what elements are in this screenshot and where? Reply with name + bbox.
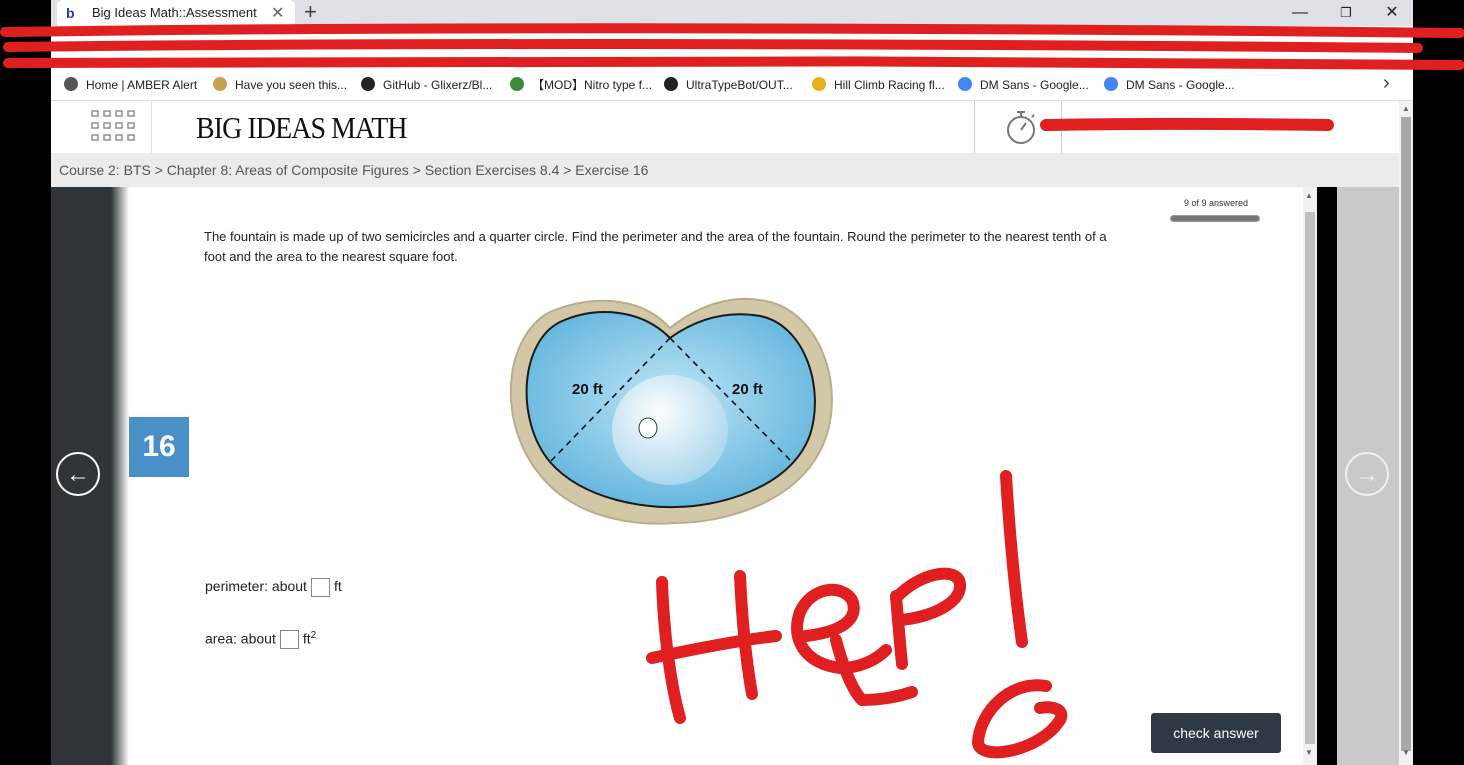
github-icon xyxy=(361,77,375,91)
tab-favicon-icon: b xyxy=(66,5,75,21)
left-panel-shadow xyxy=(111,187,129,765)
bookmarks-more-icon[interactable]: › xyxy=(1383,72,1390,95)
area-unit-exponent: 2 xyxy=(310,630,317,641)
people-icon xyxy=(213,77,227,91)
nitro-icon xyxy=(510,77,524,91)
maximize-button[interactable]: ❐ xyxy=(1323,3,1369,23)
tab-title: Big Ideas Math::Assessment xyxy=(92,5,257,20)
perimeter-row: perimeter: about ft xyxy=(205,578,342,597)
bookmark-label: UltraTypeBot/OUT... xyxy=(686,78,793,92)
progress-fill xyxy=(1171,216,1259,221)
perimeter-unit: ft xyxy=(333,578,342,595)
bookmark-item[interactable]: Hill Climb Racing fl... xyxy=(812,74,945,96)
bookmark-label: DM Sans - Google... xyxy=(980,78,1089,92)
page-scroll-down-icon[interactable]: ▼ xyxy=(1402,748,1410,757)
bookmark-label: Home | AMBER Alert xyxy=(86,78,198,92)
header-divider xyxy=(974,101,975,153)
header-divider xyxy=(151,101,152,153)
breadcrumb[interactable]: Course 2: BTS > Chapter 8: Areas of Comp… xyxy=(59,162,648,178)
exercise-number: 16 xyxy=(129,417,189,477)
google-fonts-icon xyxy=(958,77,972,91)
bookmark-item[interactable]: 【MOD】Nitro type f... xyxy=(510,74,652,96)
google-fonts-icon xyxy=(1104,77,1118,91)
perimeter-input[interactable] xyxy=(310,578,330,597)
bookmark-label: Hill Climb Racing fl... xyxy=(834,78,945,92)
content-scrollbar-thumb[interactable] xyxy=(1305,212,1315,744)
next-exercise-button[interactable]: → xyxy=(1345,452,1389,496)
bookmark-item[interactable]: Home | AMBER Alert xyxy=(64,74,197,96)
bookmark-item[interactable]: GitHub - Glixerz/Bl... xyxy=(361,74,492,96)
grid-menu-icon[interactable] xyxy=(91,110,135,142)
scroll-down-icon[interactable]: ▼ xyxy=(1305,748,1313,757)
area-label: area: about xyxy=(205,630,276,647)
area-input[interactable] xyxy=(279,630,299,650)
area-unit: ft xyxy=(302,630,311,647)
perimeter-label: perimeter: about xyxy=(205,578,307,595)
close-window-button[interactable]: ✕ xyxy=(1369,3,1415,23)
page-scroll-up-icon[interactable]: ▲ xyxy=(1402,104,1410,113)
big-ideas-math-logo: BIG IDEAS MATH xyxy=(196,110,407,145)
bookmark-item[interactable]: DM Sans - Google... xyxy=(1104,74,1235,96)
bookmark-label: 【MOD】Nitro type f... xyxy=(532,78,653,92)
problem-text: The fountain is made up of two semicircl… xyxy=(204,229,1107,264)
coin-icon xyxy=(812,77,826,91)
bookmark-label: Have you seen this... xyxy=(235,78,348,92)
left-radius-label: 20 ft xyxy=(572,381,603,398)
page-scrollbar-thumb[interactable] xyxy=(1401,117,1411,751)
answered-count: 9 of 9 answered xyxy=(1183,198,1249,208)
bookmark-item[interactable]: DM Sans - Google... xyxy=(958,74,1089,96)
fountain-figure: 20 ft 20 ft xyxy=(509,297,833,525)
tab-close-icon[interactable]: ✕ xyxy=(271,3,284,23)
check-answer-button[interactable]: check answer xyxy=(1151,713,1281,753)
bookmark-item[interactable]: Have you seen this... xyxy=(213,74,347,96)
bookmark-item[interactable]: UltraTypeBot/OUT... xyxy=(664,74,793,96)
progress-bar xyxy=(1170,215,1260,222)
bookmark-label: GitHub - Glixerz/Bl... xyxy=(383,78,493,92)
minimize-button[interactable]: — xyxy=(1277,3,1323,23)
area-row: area: about ft2 xyxy=(205,630,317,650)
stopwatch-icon[interactable] xyxy=(1003,108,1039,146)
header-divider xyxy=(1061,101,1062,153)
new-tab-button[interactable]: + xyxy=(304,1,317,23)
right-radius-label: 20 ft xyxy=(732,381,763,398)
amber-alert-icon xyxy=(64,77,78,91)
github-icon xyxy=(664,77,678,91)
bookmark-label: DM Sans - Google... xyxy=(1126,78,1235,92)
address-bar[interactable] xyxy=(51,26,1413,70)
previous-exercise-button[interactable]: ← xyxy=(56,452,100,496)
scroll-up-icon[interactable]: ▲ xyxy=(1305,191,1313,200)
